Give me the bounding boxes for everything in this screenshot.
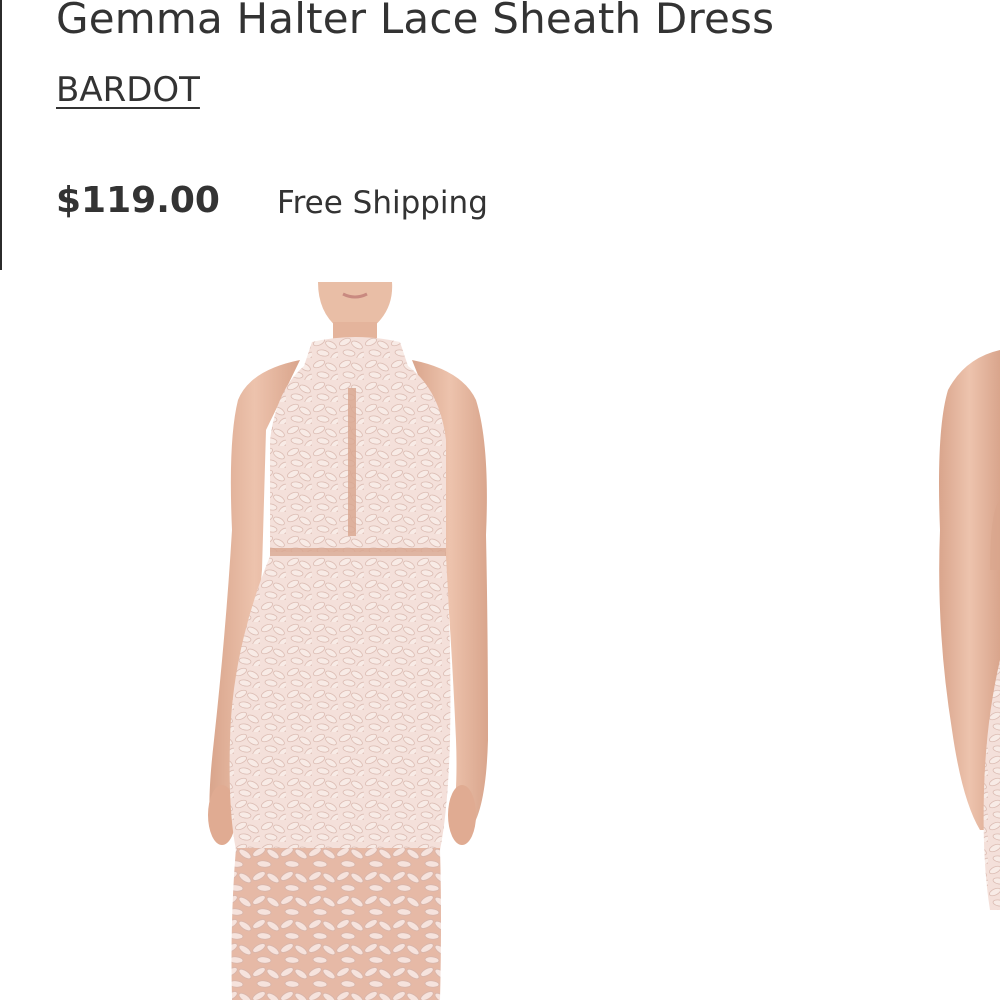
product-title: Gemma Halter Lace Sheath Dress xyxy=(56,0,775,43)
product-price: $119.00 xyxy=(56,180,220,221)
shipping-info: Free Shipping xyxy=(277,185,488,221)
dress-back-image xyxy=(939,350,1000,910)
product-page: Gemma Halter Lace Sheath Dress BARDOT $1… xyxy=(0,0,1000,1000)
brand-link[interactable]: BARDOT xyxy=(56,70,200,110)
dress-front-image xyxy=(208,282,488,1000)
product-images xyxy=(208,282,1000,1000)
product-image-carousel[interactable] xyxy=(0,270,1000,1000)
